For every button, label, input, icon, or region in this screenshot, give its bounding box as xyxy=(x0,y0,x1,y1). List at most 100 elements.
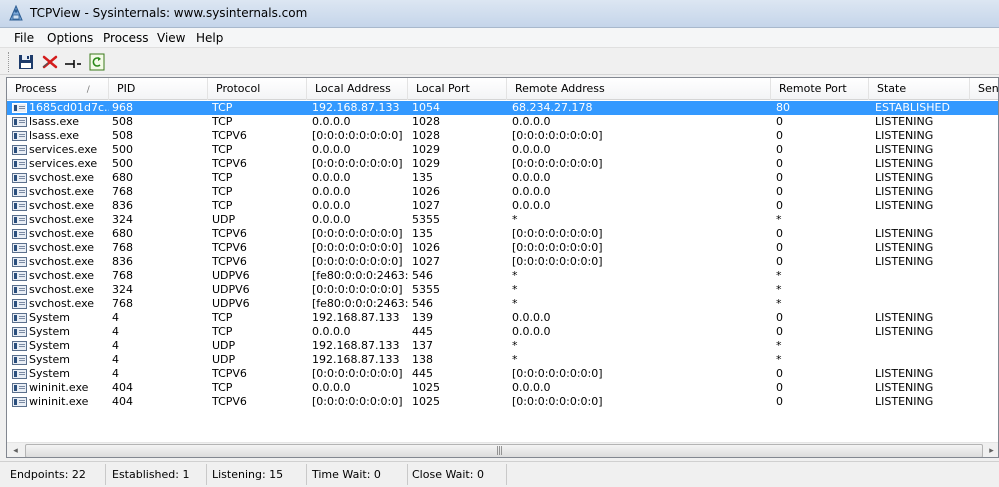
table-row[interactable]: svchost.exe 680 TCPV6 [0:0:0:0:0:0:0:0] 135 [… xyxy=(7,227,998,241)
process-icon xyxy=(12,285,27,295)
cell-process: wininit.exe xyxy=(29,395,89,408)
cell-remote-port: 0 xyxy=(776,367,783,380)
cell-local-address: 0.0.0.0 xyxy=(312,213,351,226)
cell-local-port: 1028 xyxy=(412,129,440,142)
column-header-remote-port[interactable]: Remote Port xyxy=(771,78,869,100)
cell-process: lsass.exe xyxy=(29,115,79,128)
column-header-state[interactable]: State xyxy=(869,78,970,100)
status-listening: Listening: 15 xyxy=(208,464,307,485)
table-row[interactable]: wininit.exe 404 TCP 0.0.0.0 1025 0.0.0.0 0 LIST… xyxy=(7,381,998,395)
cell-remote-port: 0 xyxy=(776,381,783,394)
column-header-protocol[interactable]: Protocol xyxy=(208,78,307,100)
cell-remote-port: * xyxy=(776,339,782,352)
table-row[interactable]: System 4 TCPV6 [0:0:0:0:0:0:0:0] 445 [0:0:0:0… xyxy=(7,367,998,381)
cell-process: wininit.exe xyxy=(29,381,89,394)
column-header-sent[interactable]: Sent xyxy=(970,78,998,100)
table-row[interactable]: svchost.exe 836 TCPV6 [0:0:0:0:0:0:0:0] 1027… xyxy=(7,255,998,269)
table-row[interactable]: services.exe 500 TCPV6 [0:0:0:0:0:0:0:0] 102… xyxy=(7,157,998,171)
cell-local-address: 0.0.0.0 xyxy=(312,199,351,212)
cell-local-address: 0.0.0.0 xyxy=(312,185,351,198)
cell-pid: 404 xyxy=(112,395,133,408)
menu-help[interactable]: Help xyxy=(196,31,223,45)
table-row[interactable]: svchost.exe 768 UDPV6 [fe80:0:0:0:2463:1...… xyxy=(7,269,998,283)
cell-pid: 508 xyxy=(112,129,133,142)
column-header-pid[interactable]: PID xyxy=(109,78,208,100)
table-row[interactable]: 1685cd01d7c... 968 TCP 192.168.87.133 1054 68… xyxy=(7,101,998,115)
process-icon xyxy=(12,187,27,197)
process-icon xyxy=(12,271,27,281)
cell-local-address: 192.168.87.133 xyxy=(312,339,400,352)
cell-remote-address: 0.0.0.0 xyxy=(512,171,551,184)
cell-local-port: 1029 xyxy=(412,157,440,170)
title-bar: TCPView - Sysinternals: www.sysinternals… xyxy=(0,0,999,28)
cell-state: LISTENING xyxy=(875,311,934,324)
cell-remote-address: * xyxy=(512,269,518,282)
scrollbar-thumb[interactable]: ||| xyxy=(25,444,983,457)
cell-state: LISTENING xyxy=(875,255,934,268)
cell-local-address: [0:0:0:0:0:0:0:0] xyxy=(312,241,403,254)
process-icon xyxy=(12,201,27,211)
disconnect-icon[interactable] xyxy=(63,52,83,72)
cell-pid: 4 xyxy=(112,325,119,338)
cell-state xyxy=(875,269,970,283)
cell-state: LISTENING xyxy=(875,115,934,128)
menu-options[interactable]: Options xyxy=(47,31,93,45)
cell-local-address: [0:0:0:0:0:0:0:0] xyxy=(312,227,403,240)
cell-state: LISTENING xyxy=(875,381,934,394)
process-icon xyxy=(12,117,27,127)
cell-process: 1685cd01d7c... xyxy=(29,101,109,114)
table-row[interactable]: System 4 UDP 192.168.87.133 137 * * xyxy=(7,339,998,353)
table-row[interactable]: System 4 TCP 192.168.87.133 139 0.0.0.0 0 LISTE… xyxy=(7,311,998,325)
table-row[interactable]: svchost.exe 768 TCP 0.0.0.0 1026 0.0.0.0 0 LIST… xyxy=(7,185,998,199)
cell-process: svchost.exe xyxy=(29,283,95,296)
column-header-remote-address[interactable]: Remote Address xyxy=(507,78,771,100)
cell-pid: 836 xyxy=(112,255,133,268)
cell-protocol: TCPV6 xyxy=(212,241,247,254)
menu-process[interactable]: Process xyxy=(103,31,149,45)
cell-process: System xyxy=(29,311,71,324)
cell-remote-address: [0:0:0:0:0:0:0:0] xyxy=(512,241,603,254)
cell-local-address: [fe80:0:0:0:2463:1... xyxy=(312,269,408,282)
table-row[interactable]: svchost.exe 680 TCP 0.0.0.0 135 0.0.0.0 0 LISTE… xyxy=(7,171,998,185)
cell-protocol: TCPV6 xyxy=(212,367,247,380)
cell-remote-address: * xyxy=(512,213,518,226)
save-icon[interactable] xyxy=(16,52,36,72)
table-row[interactable]: lsass.exe 508 TCP 0.0.0.0 1028 0.0.0.0 0 LISTEN… xyxy=(7,115,998,129)
table-row[interactable]: System 4 UDP 192.168.87.133 138 * * xyxy=(7,353,998,367)
table-row[interactable]: wininit.exe 404 TCPV6 [0:0:0:0:0:0:0:0] 1025… xyxy=(7,395,998,409)
table-row[interactable]: services.exe 500 TCP 0.0.0.0 1029 0.0.0.0 0 LIS… xyxy=(7,143,998,157)
horizontal-scrollbar[interactable]: ◂ ||| ▸ xyxy=(7,442,998,457)
table-row[interactable]: svchost.exe 324 UDPV6 [0:0:0:0:0:0:0:0] 5355… xyxy=(7,283,998,297)
cell-pid: 680 xyxy=(112,227,133,240)
column-header-local-port[interactable]: Local Port xyxy=(408,78,507,100)
cell-pid: 968 xyxy=(112,101,133,114)
cell-state xyxy=(875,353,970,367)
cell-state: LISTENING xyxy=(875,325,934,338)
cell-local-port: 445 xyxy=(412,367,433,380)
connections-list[interactable]: Process / PID Protocol Local Address Loca… xyxy=(6,77,999,458)
menu-file[interactable]: File xyxy=(14,31,34,45)
close-connection-icon[interactable] xyxy=(40,52,60,72)
cell-local-port: 1029 xyxy=(412,143,440,156)
table-row[interactable]: svchost.exe 768 TCPV6 [0:0:0:0:0:0:0:0] 1026… xyxy=(7,241,998,255)
cell-process: svchost.exe xyxy=(29,213,95,226)
table-row[interactable]: svchost.exe 836 TCP 0.0.0.0 1027 0.0.0.0 0 LIST… xyxy=(7,199,998,213)
table-row[interactable]: lsass.exe 508 TCPV6 [0:0:0:0:0:0:0:0] 1028 [0… xyxy=(7,129,998,143)
column-header-process[interactable]: Process / xyxy=(7,78,109,100)
cell-remote-address: * xyxy=(512,283,518,296)
cell-state: LISTENING xyxy=(875,395,934,408)
table-row[interactable]: svchost.exe 768 UDPV6 [fe80:0:0:0:2463:1...… xyxy=(7,297,998,311)
status-time-wait: Time Wait: 0 xyxy=(308,464,408,485)
process-icon xyxy=(12,257,27,267)
menu-view[interactable]: View xyxy=(157,31,185,45)
refresh-icon[interactable] xyxy=(87,52,107,72)
cell-local-port: 1027 xyxy=(412,199,440,212)
table-row[interactable]: System 4 TCP 0.0.0.0 445 0.0.0.0 0 LISTENING xyxy=(7,325,998,339)
table-row[interactable]: svchost.exe 324 UDP 0.0.0.0 5355 * * xyxy=(7,213,998,227)
column-header-local-address[interactable]: Local Address xyxy=(307,78,408,100)
cell-pid: 4 xyxy=(112,367,119,380)
scroll-right-arrow-icon[interactable]: ▸ xyxy=(983,443,998,457)
scroll-left-arrow-icon[interactable]: ◂ xyxy=(7,443,24,457)
cell-process: System xyxy=(29,339,71,352)
cell-remote-address: 0.0.0.0 xyxy=(512,115,551,128)
